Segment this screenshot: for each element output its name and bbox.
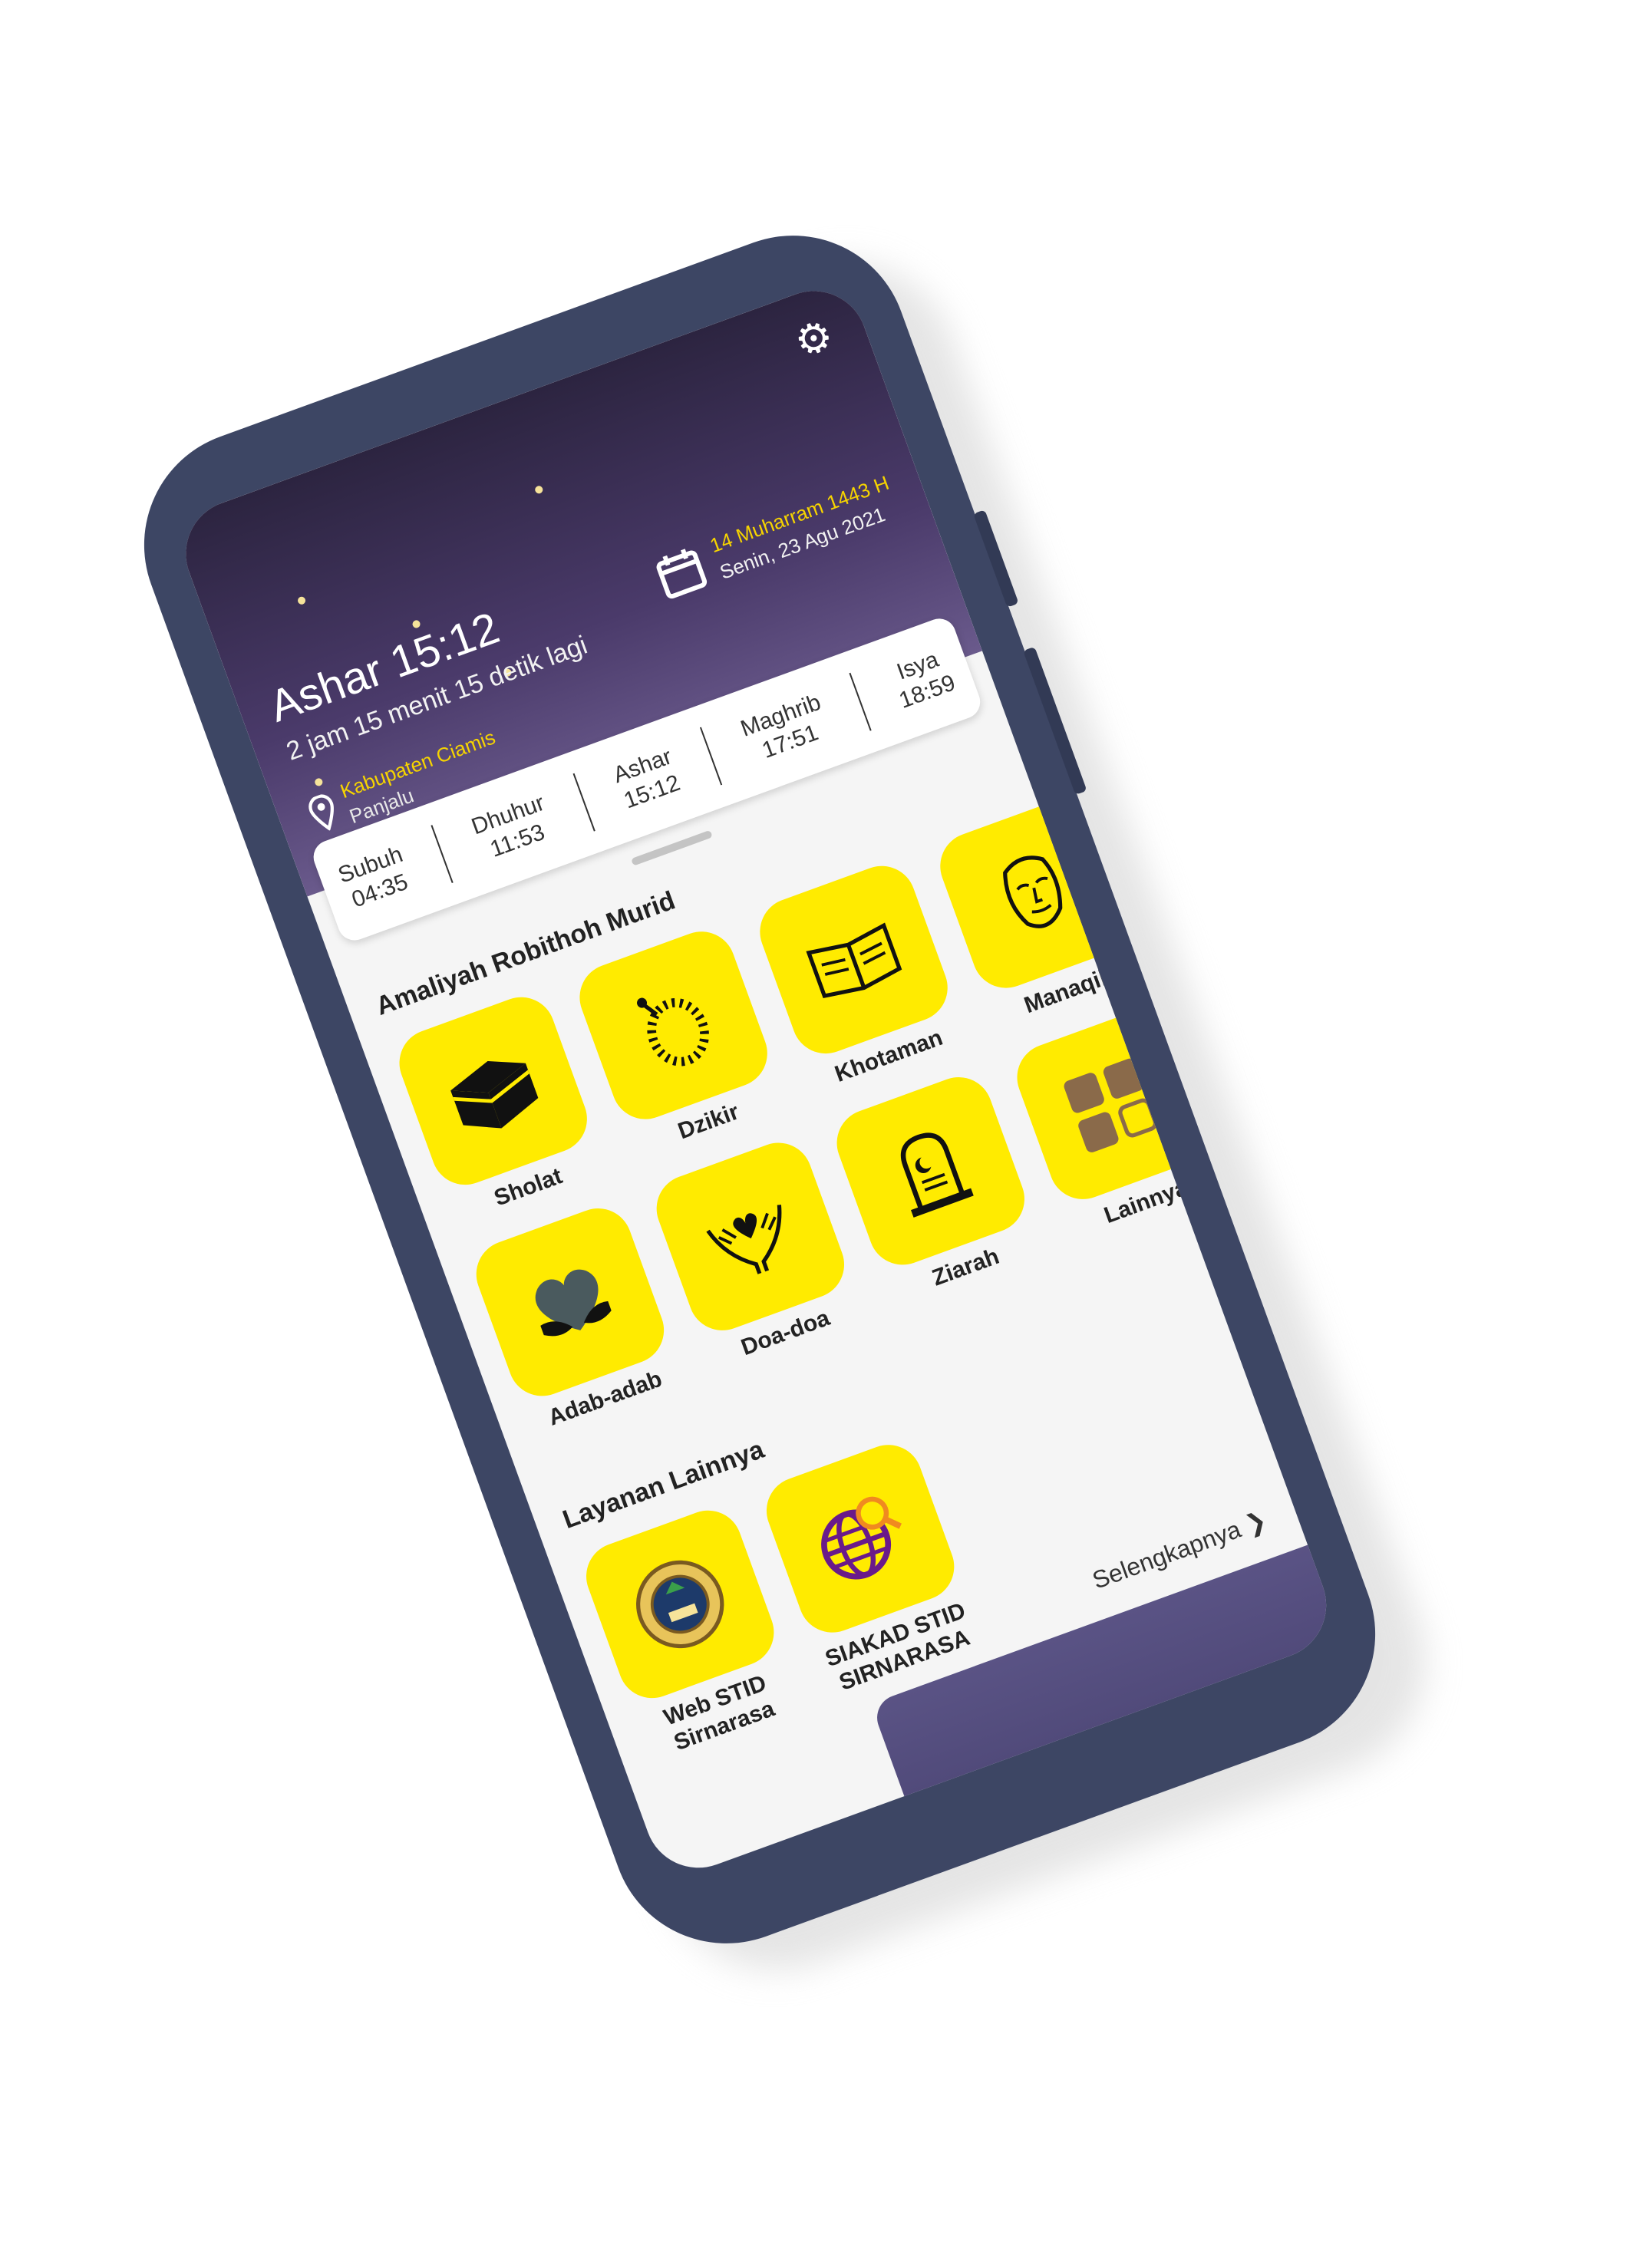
divider bbox=[700, 727, 723, 786]
menu-tile-khotaman[interactable]: Khotaman bbox=[750, 856, 969, 1096]
divider bbox=[431, 825, 454, 884]
menu-tile-sholat[interactable]: Sholat bbox=[390, 987, 609, 1228]
stid-logo-icon bbox=[636, 1560, 724, 1649]
praying-hands-icon bbox=[706, 1204, 782, 1274]
section-title-berita: Berita Terkini bbox=[701, 1840, 866, 1883]
prayer-time-dhuhur: Dhuhur 11:53 bbox=[468, 790, 558, 867]
kaaba-icon bbox=[450, 1061, 539, 1129]
tile-icon-box bbox=[570, 921, 777, 1129]
phone-mockup: ⚙ Ashar 15:12 2 jam 15 menit 15 detik la… bbox=[111, 203, 1459, 2003]
tile-icon-box bbox=[827, 1067, 1034, 1274]
prayer-time-ashar: Ashar 15:12 bbox=[610, 743, 685, 815]
app-screen: ⚙ Ashar 15:12 2 jam 15 menit 15 detik la… bbox=[170, 275, 1341, 1883]
menu-tile-dzikir[interactable]: Dzikir bbox=[570, 921, 789, 1162]
divider bbox=[849, 672, 872, 731]
menu-tile-doa[interactable]: Doa-doa bbox=[647, 1132, 866, 1373]
prayer-time-isya: Isya 18:59 bbox=[886, 643, 959, 714]
menu-tile-web-stid[interactable]: Web STID Sirnarasa bbox=[576, 1501, 805, 1765]
grid-icon bbox=[1064, 1058, 1157, 1152]
settings-gear-icon[interactable]: ⚙ bbox=[787, 311, 840, 367]
star-decoration bbox=[533, 484, 544, 495]
prayer-time-subuh: Subuh 04:35 bbox=[335, 841, 416, 915]
divider bbox=[572, 773, 595, 832]
calendar-icon bbox=[656, 549, 708, 598]
face-portrait-icon bbox=[1003, 855, 1063, 928]
menu-tile-ziarah[interactable]: Ziarah bbox=[827, 1067, 1046, 1307]
menu-tile-siakad[interactable]: SIAKAD STID SIRNARASA bbox=[757, 1435, 985, 1700]
tile-icon-box bbox=[390, 987, 597, 1195]
prayer-beads-icon bbox=[637, 997, 709, 1066]
star-decoration bbox=[296, 595, 307, 606]
menu-tile-adab[interactable]: Adab-adab bbox=[467, 1198, 685, 1439]
heart-hands-icon bbox=[535, 1269, 612, 1336]
gravestone-icon bbox=[900, 1132, 974, 1218]
globe-search-icon bbox=[821, 1496, 902, 1580]
prayer-time-maghrib: Maghrib 17:51 bbox=[737, 689, 834, 770]
date-info: 14 Muharram 1443 H Senin, 23 Agu 2021 bbox=[651, 471, 902, 605]
location-pin-icon bbox=[308, 794, 334, 832]
amaliyah-grid: Sholat Dzikir Khotaman Manaqib Adab-adab… bbox=[390, 790, 1215, 1439]
open-book-icon bbox=[806, 922, 902, 998]
